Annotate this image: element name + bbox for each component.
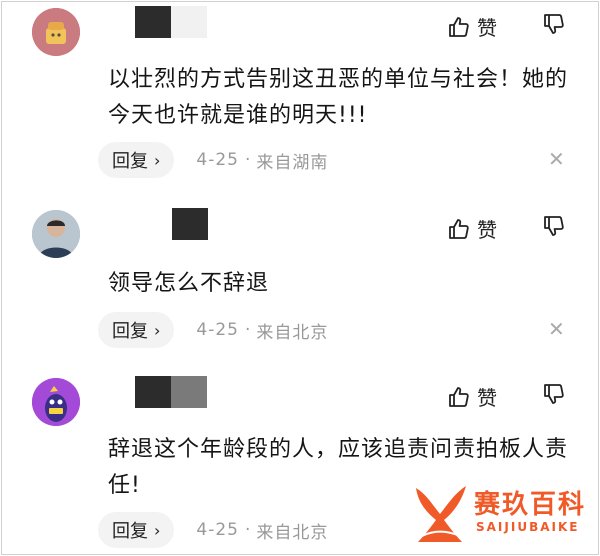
comment-location: 来自湖南 <box>256 152 329 173</box>
like-label: 赞 <box>477 386 497 410</box>
dislike-button[interactable] <box>542 382 566 410</box>
like-button[interactable]: 赞 <box>447 382 497 411</box>
chevron-right-icon: › <box>154 150 161 170</box>
comment-date: 4-25 <box>196 150 239 170</box>
comment-date: 4-25 <box>196 520 239 540</box>
reply-button[interactable]: 回复 › <box>98 142 175 178</box>
reply-button[interactable]: 回复 › <box>98 312 175 348</box>
comment-meta: 回复 › 4-25 · 来自北京 <box>98 312 328 348</box>
username-redacted <box>135 6 207 38</box>
username-redacted <box>172 208 208 240</box>
reply-label: 回复 <box>112 521 148 542</box>
comment-text: 领导怎么不辞退 <box>108 271 270 296</box>
avatar-image <box>32 8 80 56</box>
avatar[interactable] <box>32 210 80 258</box>
comment-location: 来自北京 <box>256 522 329 543</box>
reply-button[interactable]: 回复 › <box>98 512 175 548</box>
separator-dot: · <box>245 150 251 170</box>
chevron-right-icon: › <box>154 520 161 540</box>
reply-label: 回复 <box>112 321 148 342</box>
like-button[interactable]: 赞 <box>447 12 497 41</box>
comment-location: 来自北京 <box>256 322 329 343</box>
username-redacted <box>135 376 207 408</box>
like-button[interactable]: 赞 <box>447 214 497 243</box>
thumbs-up-icon <box>449 386 469 407</box>
watermark-title: 赛玖百科 <box>474 490 587 520</box>
thumbs-up-icon <box>449 16 469 37</box>
watermark-subtitle: SAIJIUBAIKE <box>476 520 580 534</box>
fish-tail-logo-icon <box>416 486 466 542</box>
separator-dot: · <box>245 520 251 540</box>
watermark: 赛玖百科 SAIJIUBAIKE <box>410 480 595 550</box>
thumbs-down-icon <box>544 14 564 34</box>
avatar-image <box>32 210 80 258</box>
comment-meta: 回复 › 4-25 · 来自湖南 <box>98 142 328 178</box>
dislike-button[interactable] <box>542 214 566 242</box>
thumbs-down-icon <box>544 216 564 236</box>
dislike-button[interactable] <box>542 12 566 40</box>
comment-date: 4-25 <box>196 320 239 340</box>
comment-text: 以壮烈的方式告别这丑恶的单位与社会！她的今天也许就是谁的明天!!! <box>108 67 569 128</box>
avatar[interactable] <box>32 8 80 56</box>
comment-meta: 回复 › 4-25 · 来自北京 <box>98 512 328 548</box>
thumbs-up-icon <box>449 218 469 239</box>
avatar[interactable] <box>32 378 80 426</box>
like-label: 赞 <box>477 218 497 242</box>
avatar-image <box>32 378 80 426</box>
like-label: 赞 <box>477 16 497 40</box>
separator-dot: · <box>245 320 251 340</box>
close-icon[interactable]: ✕ <box>548 147 565 171</box>
reply-label: 回复 <box>112 151 148 172</box>
thumbs-down-icon <box>544 384 564 404</box>
close-icon[interactable]: ✕ <box>548 317 565 341</box>
chevron-right-icon: › <box>154 320 161 340</box>
